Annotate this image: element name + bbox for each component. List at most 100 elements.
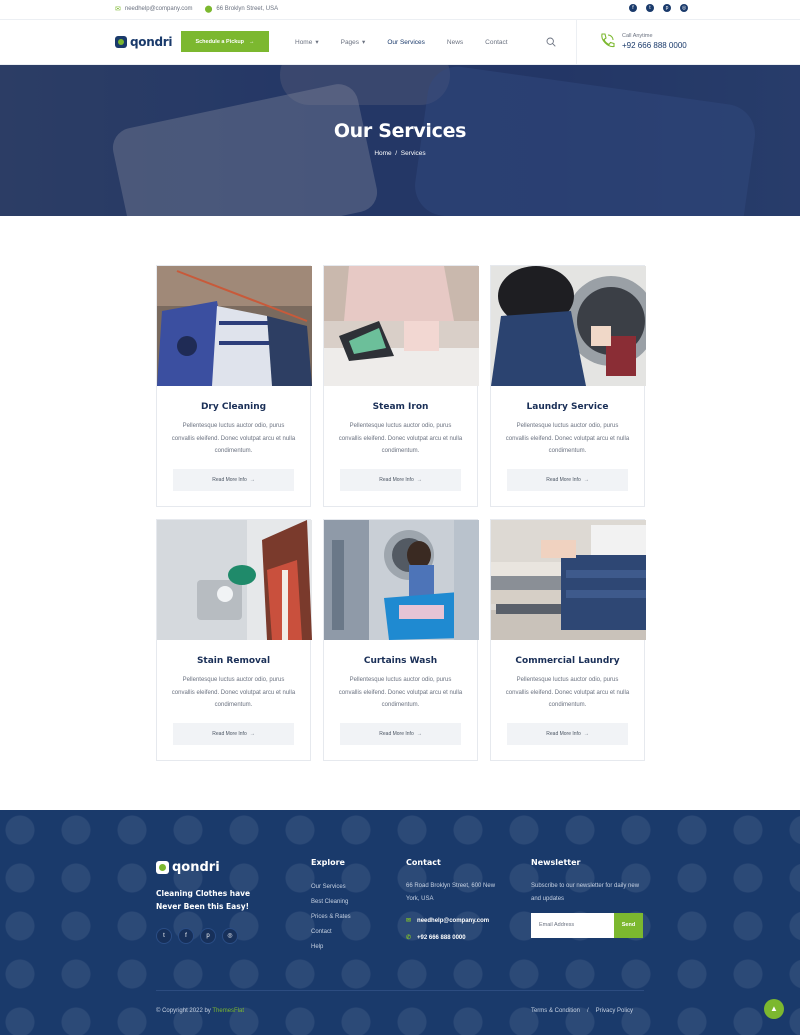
service-card-commercial-laundry: Commercial Laundry Pellentesque luctus a… <box>490 519 646 761</box>
service-title: Curtains Wash <box>363 656 438 666</box>
read-more-label: Read More Info <box>546 477 581 483</box>
topbar-email[interactable]: ✉ needhelp@company.com <box>115 5 193 13</box>
twitter-icon[interactable]: t <box>156 928 172 944</box>
footer-tagline: Cleaning Clothes have Never Been this Ea… <box>156 889 251 911</box>
nav-pages-label: Pages <box>340 38 360 46</box>
footer-logo[interactable]: qondri <box>156 860 220 875</box>
nav-news-label: News <box>446 38 464 46</box>
service-description: Pellentesque luctus auctor odio, purus c… <box>171 677 296 708</box>
footer-phone-text: +92 666 888 0000 <box>417 934 466 941</box>
search-icon[interactable] <box>546 37 556 47</box>
newsletter-send-button[interactable]: Send <box>614 913 643 938</box>
footer-link-contact[interactable]: Contact <box>311 925 351 940</box>
pinterest-icon[interactable]: p <box>663 4 671 12</box>
service-card-steam-iron: Steam Iron Pellentesque luctus auctor od… <box>323 265 479 507</box>
footer-link-our-services[interactable]: Our Services <box>311 880 351 895</box>
top-bar: ✉ needhelp@company.com ⬤ 66 Broklyn Stre… <box>0 0 800 20</box>
service-title: Commercial Laundry <box>515 656 620 666</box>
phone-icon: ✆ <box>406 934 412 941</box>
call-label: Call Anytime <box>622 32 653 39</box>
service-title: Steam Iron <box>372 402 429 412</box>
nav-home[interactable]: Home ▾ <box>295 38 319 47</box>
legal-separator: / <box>586 1008 589 1014</box>
service-title: Stain Removal <box>196 656 271 666</box>
service-description: Pellentesque luctus auctor odio, purus c… <box>338 677 463 708</box>
service-title: Dry Cleaning <box>200 402 267 412</box>
footer-newsletter-title: Newsletter <box>531 858 581 867</box>
service-description: Pellentesque luctus auctor odio, purus c… <box>171 423 296 454</box>
service-card-dry-cleaning: Dry Cleaning Pellentesque luctus auctor … <box>156 265 312 507</box>
footer-phone[interactable]: ✆ +92 666 888 0000 <box>406 932 506 945</box>
footer-pattern <box>0 810 800 1035</box>
main-nav: Home ▾ Pages ▾ Our Services News Contact <box>295 38 530 47</box>
nav-contact[interactable]: Contact <box>485 38 507 46</box>
footer-link-prices-rates[interactable]: Prices & Rates <box>311 910 351 925</box>
arrow-right-icon: → <box>416 731 422 737</box>
footer-contact-title: Contact <box>406 858 441 867</box>
nav-our-services-label: Our Services <box>387 38 425 46</box>
footer-link-help[interactable]: Help <box>311 940 351 955</box>
service-image <box>491 520 646 640</box>
service-description: Pellentesque luctus auctor odio, purus c… <box>505 423 630 454</box>
breadcrumb-current: Services <box>400 150 426 157</box>
nav-news[interactable]: News <box>447 38 463 46</box>
newsletter-email-input[interactable]: Email Address <box>531 913 614 938</box>
arrow-right-icon: → <box>416 477 422 483</box>
twitter-icon[interactable]: t <box>646 4 654 12</box>
page-hero: Our Services Home / Services <box>0 65 800 216</box>
logo-text: qondri <box>130 35 173 49</box>
nav-our-services[interactable]: Our Services <box>387 38 425 46</box>
breadcrumb-home[interactable]: Home <box>374 150 391 157</box>
instagram-icon[interactable]: ◎ <box>680 4 688 12</box>
site-footer: qondri Cleaning Clothes have Never Been … <box>0 810 800 1035</box>
footer-explore-links: Our Services Best Cleaning Prices & Rate… <box>311 880 351 955</box>
site-logo[interactable]: qondri <box>115 35 173 49</box>
service-image <box>324 520 479 640</box>
read-more-label: Read More Info <box>212 731 247 737</box>
location-pin-icon: ⬤ <box>204 6 213 13</box>
scroll-to-top-button[interactable]: ▲ <box>764 999 784 1019</box>
terms-link[interactable]: Terms & Condition <box>531 1008 580 1014</box>
footer-email[interactable]: ✉ needhelp@company.com <box>406 915 506 928</box>
footer-link-best-cleaning[interactable]: Best Cleaning <box>311 895 351 910</box>
service-description: Pellentesque luctus auctor odio, purus c… <box>505 677 630 708</box>
service-image <box>157 520 312 640</box>
page-title: Our Services <box>333 120 467 142</box>
footer-social: t f p ◎ <box>156 928 238 944</box>
breadcrumb: Home / Services <box>0 150 800 157</box>
read-more-button[interactable]: Read More Info → <box>507 469 628 491</box>
read-more-label: Read More Info <box>546 731 581 737</box>
call-box[interactable]: Call Anytime +92 666 888 0000 <box>598 32 687 50</box>
arrow-right-icon: → <box>583 477 589 483</box>
footer-divider <box>156 990 644 991</box>
facebook-icon[interactable]: f <box>629 4 637 12</box>
privacy-link[interactable]: Privacy Policy <box>596 1008 633 1014</box>
schedule-pickup-button[interactable]: Schedule a Pickup → <box>181 31 269 52</box>
footer-legal-links: Terms & Condition / Privacy Policy <box>531 1008 633 1014</box>
topbar-social: f t p ◎ <box>629 4 688 12</box>
nav-pages[interactable]: Pages ▾ <box>340 38 366 47</box>
chevron-up-icon: ▲ <box>770 1004 778 1013</box>
service-image <box>324 266 479 386</box>
read-more-button[interactable]: Read More Info → <box>340 723 461 745</box>
newsletter-text: Subscribe to our newsletter for daily ne… <box>531 883 640 902</box>
instagram-icon[interactable]: ◎ <box>222 928 238 944</box>
copyright-brand-link[interactable]: ThemesFlat <box>212 1008 244 1014</box>
chevron-down-icon: ▾ <box>315 39 319 46</box>
footer-contact: 66 Road Broklyn Street, 600 New York, US… <box>406 880 506 944</box>
read-more-label: Read More Info <box>379 731 414 737</box>
services-grid: Dry Cleaning Pellentesque luctus auctor … <box>156 265 646 761</box>
service-image <box>491 266 646 386</box>
read-more-button[interactable]: Read More Info → <box>173 469 294 491</box>
read-more-button[interactable]: Read More Info → <box>340 469 461 491</box>
read-more-button[interactable]: Read More Info → <box>173 723 294 745</box>
logo-mark-icon <box>115 36 127 48</box>
footer-logo-text: qondri <box>172 860 220 875</box>
footer-address: 66 Road Broklyn Street, 600 New York, US… <box>406 883 496 902</box>
arrow-right-icon: → <box>583 731 589 737</box>
facebook-icon[interactable]: f <box>178 928 194 944</box>
arrow-right-icon: → <box>249 477 255 483</box>
read-more-button[interactable]: Read More Info → <box>507 723 628 745</box>
topbar-address-text: 66 Broklyn Street, USA <box>216 6 279 12</box>
pinterest-icon[interactable]: p <box>200 928 216 944</box>
